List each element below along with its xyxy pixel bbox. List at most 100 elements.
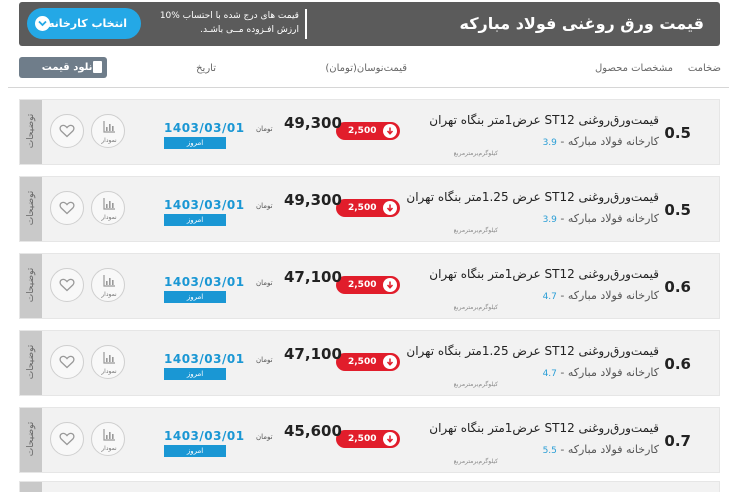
download-price-button[interactable]: دانلود قیمت xyxy=(19,57,107,78)
heart-icon xyxy=(59,278,75,292)
description-tab[interactable]: توضیحات xyxy=(20,177,42,241)
favorite-button[interactable] xyxy=(50,191,84,225)
arrow-down-icon xyxy=(383,201,397,215)
factory-name: کارخانه فولاد مبارکه xyxy=(567,443,659,456)
description-tab-label: توضیحات xyxy=(26,421,36,457)
price-change-value: 2,500 xyxy=(348,357,377,367)
price-change-badge: 2,500 xyxy=(336,353,400,371)
weight-value: 3.9 xyxy=(542,215,557,225)
price-value: 47,100 xyxy=(284,345,342,363)
price-value: 49,300 xyxy=(284,191,342,209)
today-badge: امروز xyxy=(164,291,226,303)
bar-chart-icon xyxy=(103,198,115,210)
table-row: 0.5 قیمت‌ورق‌روغنی ST12 عرض 1.25متر بنگا… xyxy=(19,176,720,242)
thickness-value: 0.5 xyxy=(664,201,691,219)
column-price: قیمت‌نوسان(تومان) xyxy=(325,63,407,74)
favorite-button[interactable] xyxy=(50,114,84,148)
price-change-badge: 2,500 xyxy=(336,276,400,294)
price-unit: تومان xyxy=(256,356,273,364)
product-factory: کارخانه فولاد مبارکه - 3.9 xyxy=(542,212,659,225)
favorite-button[interactable] xyxy=(50,345,84,379)
description-tab[interactable]: توضیحات xyxy=(20,408,42,472)
today-badge: امروز xyxy=(164,445,226,457)
price-change-badge: 2,500 xyxy=(336,430,400,448)
price-unit: تومان xyxy=(256,125,273,133)
bar-chart-icon xyxy=(103,121,115,133)
price-chart-button[interactable]: نمودار xyxy=(91,191,125,225)
product-factory: کارخانه فولاد مبارکه - 5.5 xyxy=(542,443,659,456)
price-chart-button[interactable]: نمودار xyxy=(91,345,125,379)
product-name-link[interactable]: قیمت‌ورق‌روغنی ST12 عرض1متر بنگاه تهران xyxy=(429,113,659,127)
price-value: 47,100 xyxy=(284,268,342,286)
price-value: 49,300 xyxy=(284,114,342,132)
price-chart-button[interactable]: نمودار xyxy=(91,422,125,456)
description-tab-label: توضیحات xyxy=(26,344,36,380)
description-tab-label: توضیحات xyxy=(26,267,36,303)
table-row: 0.6 قیمت‌ورق‌روغنی ST12 عرض1متر بنگاه ته… xyxy=(19,253,720,319)
product-factory: کارخانه فولاد مبارکه - 3.9 xyxy=(542,135,659,148)
price-date: 1403/03/01 xyxy=(164,198,245,212)
table-row: 0.6 قیمت‌ورق‌روغنی ST12 عرض 1.25متر بنگا… xyxy=(19,330,720,396)
thickness-value: 0.7 xyxy=(664,432,691,450)
arrow-down-icon xyxy=(383,278,397,292)
today-badge: امروز xyxy=(164,137,226,149)
favorite-button[interactable] xyxy=(50,422,84,456)
select-factory-button[interactable]: انتخاب کارخانه xyxy=(27,8,141,39)
product-factory: کارخانه فولاد مبارکه - 4.7 xyxy=(542,289,659,302)
factory-name: کارخانه فولاد مبارکه xyxy=(567,135,659,148)
product-name-link[interactable]: قیمت‌ورق‌روغنی ST12 عرض1متر بنگاه تهران xyxy=(429,267,659,281)
arrow-down-icon xyxy=(383,432,397,446)
description-tab[interactable] xyxy=(20,482,42,492)
column-date: تاریخ xyxy=(196,63,216,74)
bar-chart-icon xyxy=(103,352,115,364)
weight-unit: کیلوگرم‌بر‌مترمربع xyxy=(453,458,498,465)
description-tab-label: توضیحات xyxy=(26,113,36,149)
weight-value: 3.9 xyxy=(542,138,557,148)
thickness-value: 0.6 xyxy=(664,278,691,296)
select-factory-label: انتخاب کارخانه xyxy=(47,17,127,30)
column-thickness: ضخامت xyxy=(687,63,721,74)
weight-value: 4.7 xyxy=(542,369,557,379)
price-chart-button[interactable]: نمودار xyxy=(91,268,125,302)
vat-notice: قیمت های درج شده با احتساب %10 ارزش افـز… xyxy=(153,9,307,39)
price-date: 1403/03/01 xyxy=(164,275,245,289)
heart-icon xyxy=(59,124,75,138)
weight-value: 5.5 xyxy=(542,446,557,456)
price-change-badge: 2,500 xyxy=(336,122,400,140)
description-tab[interactable]: توضیحات xyxy=(20,100,42,164)
thickness-value: 0.6 xyxy=(664,355,691,373)
favorite-button[interactable] xyxy=(50,268,84,302)
weight-unit: کیلوگرم‌بر‌مترمربع xyxy=(453,381,498,388)
chart-label: نمودار xyxy=(101,214,117,221)
weight-unit: کیلوگرم‌بر‌مترمربع xyxy=(453,150,498,157)
chart-label: نمودار xyxy=(101,445,117,452)
arrow-down-icon xyxy=(383,355,397,369)
price-unit: تومان xyxy=(256,433,273,441)
chevron-down-icon xyxy=(35,16,50,31)
description-tab[interactable]: توضیحات xyxy=(20,331,42,395)
chart-label: نمودار xyxy=(101,368,117,375)
price-change-value: 2,500 xyxy=(348,126,377,136)
factory-name: کارخانه فولاد مبارکه xyxy=(567,212,659,225)
product-name-link[interactable]: قیمت‌ورق‌روغنی ST12 عرض 1.25متر بنگاه ته… xyxy=(406,344,659,358)
bar-chart-icon xyxy=(103,429,115,441)
product-name-link[interactable]: قیمت‌ورق‌روغنی ST12 عرض 1.25متر بنگاه ته… xyxy=(406,190,659,204)
price-chart-button[interactable]: نمودار xyxy=(91,114,125,148)
header-divider xyxy=(8,87,729,88)
price-change-value: 2,500 xyxy=(348,434,377,444)
product-name-link[interactable]: قیمت‌ورق‌روغنی ST12 عرض1متر بنگاه تهران xyxy=(429,421,659,435)
heart-icon xyxy=(59,432,75,446)
chart-label: نمودار xyxy=(101,291,117,298)
price-value: 45,600 xyxy=(284,422,342,440)
price-change-value: 2,500 xyxy=(348,280,377,290)
table-row: 0.7 قیمت‌ورق‌روغنی ST12 عرض1متر بنگاه ته… xyxy=(19,407,720,473)
today-badge: امروز xyxy=(164,214,226,226)
description-tab[interactable]: توضیحات xyxy=(20,254,42,318)
description-tab-label: توضیحات xyxy=(26,190,36,226)
price-change-badge: 2,500 xyxy=(336,199,400,217)
bar-chart-icon xyxy=(103,275,115,287)
arrow-down-icon xyxy=(383,124,397,138)
column-specs: مشخصات محصول xyxy=(595,63,673,74)
factory-name: کارخانه فولاد مبارکه xyxy=(567,289,659,302)
price-change-value: 2,500 xyxy=(348,203,377,213)
